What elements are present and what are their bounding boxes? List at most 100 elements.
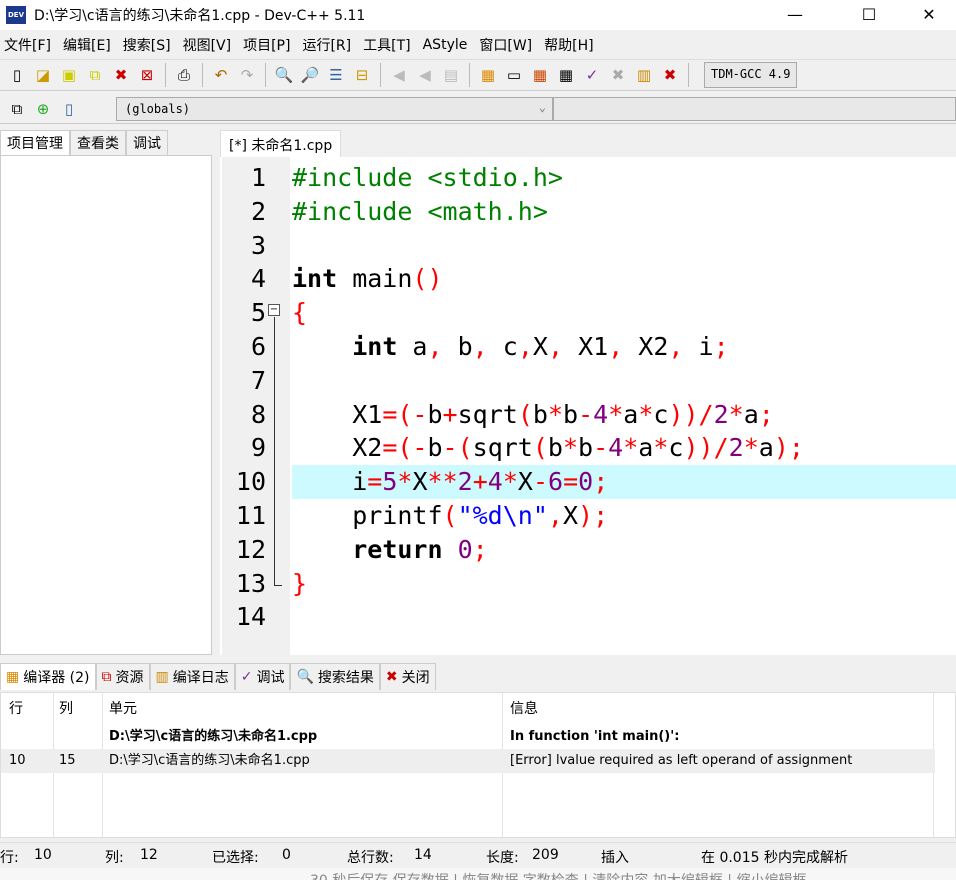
menu-edit[interactable]: 编辑[E] — [59, 35, 119, 55]
table-row[interactable]: D:\学习\c语言的练习\未命名1.cpp In function 'int m… — [1, 725, 935, 749]
code-token: c — [487, 332, 518, 361]
fold-collapse-icon[interactable]: − — [268, 304, 280, 316]
tab-label: 调试 — [256, 670, 285, 686]
menu-tools[interactable]: 工具[T] — [359, 35, 418, 55]
code-line[interactable] — [292, 600, 956, 634]
globals-dropdown[interactable]: (globals) ⌄ — [116, 97, 553, 121]
code-token: * — [608, 399, 624, 429]
find-icon[interactable]: 🔍 — [273, 64, 295, 86]
header-message[interactable]: 信息 — [510, 697, 538, 721]
menu-window[interactable]: 窗口[W] — [475, 35, 540, 55]
code-token: #include <stdio.h> — [292, 163, 563, 192]
comment-icon: ▤ — [443, 66, 459, 84]
code-editor[interactable]: 1 2 3 4 5 6 7 8 9 10 11 12 13 14 − #include <stdio.h>… — [220, 157, 956, 655]
bookmark-icon[interactable]: ⊟ — [351, 64, 373, 86]
code-line[interactable] — [292, 364, 956, 398]
close-button[interactable]: ✕ — [906, 0, 952, 30]
code-token: c — [668, 433, 684, 463]
header-unit[interactable]: 单元 — [109, 697, 137, 721]
tab-compile-log[interactable]: ▥ 编译日志 — [149, 663, 235, 690]
compile-icon[interactable]: ▦ — [477, 64, 499, 86]
code-token: 2 — [728, 433, 744, 463]
minimize-button[interactable]: — — [772, 0, 818, 30]
menu-search[interactable]: 搜索[S] — [119, 35, 179, 55]
code-line[interactable]: X2=(-b-(sqrt(b*b-4*a*c))/2*a); — [292, 431, 956, 465]
bar-chart-icon: ▥ — [155, 669, 169, 685]
compiler-select[interactable]: TDM-GCC 4.9 — [704, 62, 798, 88]
cell-unit: D:\学习\c语言的练习\未命名1.cpp — [109, 753, 310, 768]
search-icon: 🔍 — [296, 669, 314, 685]
code-token: X — [412, 467, 428, 497]
code-token: * — [547, 399, 563, 429]
menu-help[interactable]: 帮助[H] — [540, 35, 601, 55]
code-token: b — [442, 332, 473, 361]
menu-astyle[interactable]: AStyle — [419, 37, 476, 53]
new-file-icon[interactable]: ▯ — [6, 64, 28, 86]
table-row[interactable]: 10 15 D:\学习\c语言的练习\未命名1.cpp [Error] lval… — [1, 749, 935, 773]
maximize-button[interactable]: ☐ — [846, 0, 892, 30]
new-project-icon[interactable]: ⧉ — [6, 98, 28, 120]
undo-icon[interactable]: ↶ — [210, 64, 232, 86]
code-token: , — [608, 332, 624, 361]
tab-label: 编译日志 — [172, 670, 229, 686]
code-token: * — [623, 433, 639, 463]
line-number: 6 — [250, 332, 266, 361]
save-all-icon[interactable]: ⧉ — [84, 64, 106, 86]
close-all-icon[interactable]: ⊠ — [136, 64, 158, 86]
code-token: X1 — [563, 332, 609, 361]
tab-close[interactable]: ✖ 关闭 — [379, 663, 436, 690]
menu-project[interactable]: 项目[P] — [239, 35, 298, 55]
compile-run-icon[interactable]: ▦ — [529, 64, 551, 86]
code-line[interactable]: i=5*X**2+4*X-6=0; — [292, 465, 956, 500]
code-line[interactable]: } — [292, 567, 956, 601]
code-line[interactable]: printf("%d\n",X); — [292, 499, 956, 533]
code-token: X — [562, 501, 579, 530]
close-file-icon[interactable]: ✖ — [110, 64, 132, 86]
menu-view[interactable]: 视图[V] — [179, 35, 240, 55]
code-token: ( — [442, 501, 458, 530]
open-file-icon[interactable]: ◪ — [32, 64, 54, 86]
tab-compiler[interactable]: ▦ 编译器 (2) — [0, 663, 96, 690]
code-token: 6 — [548, 467, 564, 497]
menu-file[interactable]: 文件[F] — [0, 35, 59, 55]
tab-debug[interactable]: 调试 — [126, 130, 168, 155]
debug-check-icon[interactable]: ✓ — [581, 64, 603, 86]
add-to-project-icon[interactable]: ⊕ — [32, 98, 54, 120]
header-line[interactable]: 行 — [9, 697, 23, 721]
code-line[interactable] — [292, 229, 956, 263]
tab-project-manager[interactable]: 项目管理 — [0, 130, 70, 157]
header-col[interactable]: 列 — [59, 697, 73, 721]
left-panel-tabs: 项目管理 查看类 调试 — [0, 130, 168, 157]
code-line[interactable]: return 0; — [292, 533, 956, 567]
code-line[interactable]: X1=(-b+sqrt(b*b-4*a*c))/2*a; — [292, 398, 956, 432]
code-token: X2 — [623, 332, 669, 361]
resources-icon: ⧉ — [101, 669, 112, 685]
remove-from-project-icon[interactable]: ▯ — [58, 98, 80, 120]
tab-resources[interactable]: ⧉ 资源 — [95, 663, 150, 690]
code-line[interactable]: { — [292, 296, 956, 330]
editor-tab-file[interactable]: [*] 未命名1.cpp — [220, 130, 342, 158]
replace-icon[interactable]: 🔎 — [299, 64, 321, 86]
redo-icon[interactable]: ↷ — [236, 64, 258, 86]
tab-class-browser[interactable]: 查看类 — [70, 130, 126, 155]
menu-run[interactable]: 运行[R] — [298, 35, 359, 55]
code-token: sqrt — [457, 399, 518, 429]
save-icon[interactable]: ▣ — [58, 64, 80, 86]
delete-profile-icon[interactable]: ✖ — [659, 64, 681, 86]
code-line[interactable]: #include <math.h> — [292, 195, 956, 229]
code-token: { — [292, 298, 308, 328]
code-token: * — [638, 399, 654, 429]
code-line[interactable]: int main() — [292, 262, 956, 296]
code-line[interactable]: #include <stdio.h> — [292, 161, 956, 195]
main-toolbar: ▯ ◪ ▣ ⧉ ✖ ⊠ ⎙ ↶ ↷ 🔍 🔎 ☰ ⊟ ◀ ◀ ▤ ▦ ▭ ▦ ▦ … — [0, 59, 956, 91]
goto-line-icon[interactable]: ☰ — [325, 64, 347, 86]
print-icon[interactable]: ⎙ — [173, 64, 195, 86]
tab-debug-output[interactable]: ✓ 调试 — [234, 663, 291, 690]
code-line[interactable]: int a, b, c,X, X1, X2, i; — [292, 330, 956, 364]
profile-chart-icon[interactable]: ▥ — [633, 64, 655, 86]
rebuild-icon[interactable]: ▦ — [555, 64, 577, 86]
function-dropdown[interactable] — [553, 97, 956, 121]
tab-search-results[interactable]: 🔍 搜索结果 — [290, 663, 380, 690]
run-icon[interactable]: ▭ — [503, 64, 525, 86]
